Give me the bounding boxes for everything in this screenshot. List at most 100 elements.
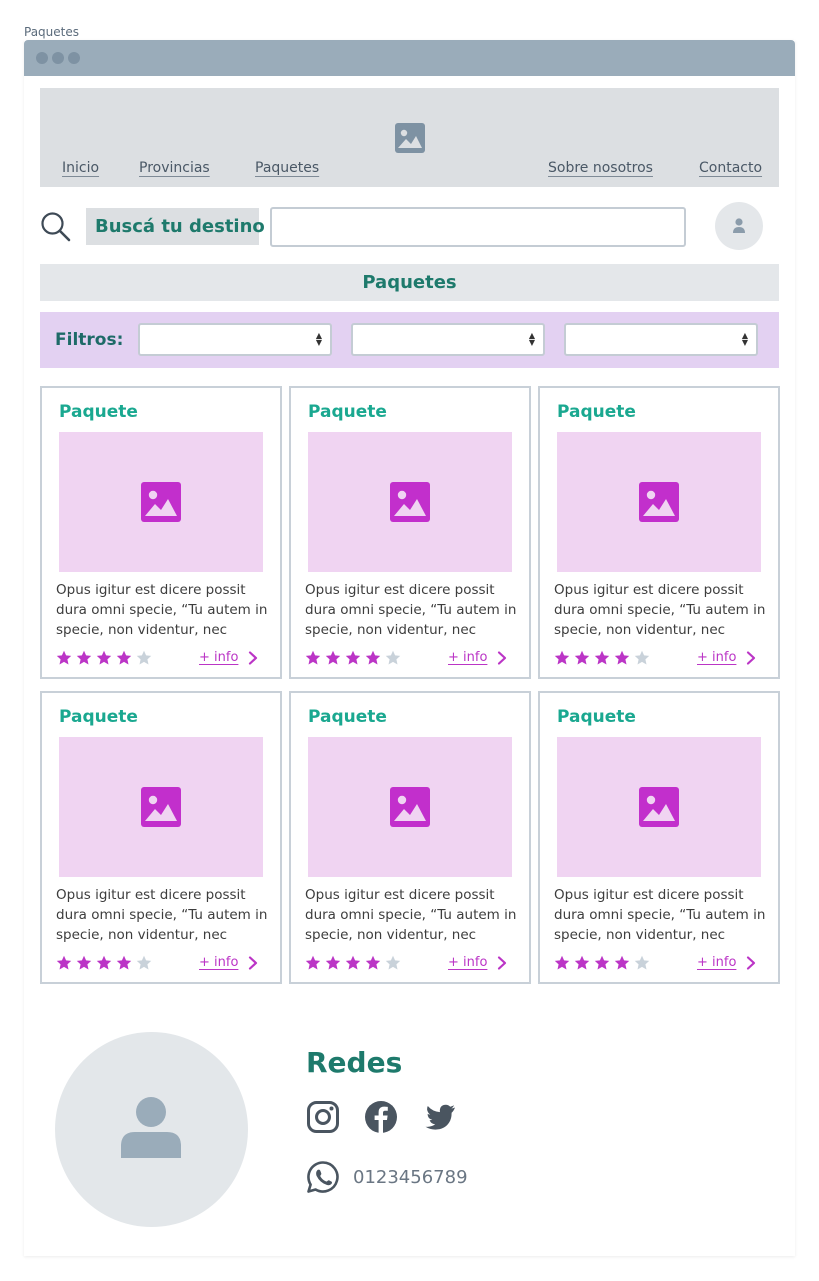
nav-paquetes[interactable]: Paquetes	[255, 160, 319, 176]
star-filled-icon	[56, 650, 72, 666]
window-dot-1[interactable]	[36, 52, 48, 64]
filter-select-2[interactable]: ▲ ▼	[351, 323, 545, 356]
star-filled-icon	[554, 955, 570, 971]
package-card[interactable]: Paquete Opus igitur est dicere possit dur…	[538, 691, 780, 984]
star-filled-icon	[594, 650, 610, 666]
nav-inicio[interactable]: Inicio	[62, 160, 99, 176]
chevron-right-icon[interactable]	[247, 955, 259, 971]
nav-contacto[interactable]: Contacto	[699, 160, 762, 176]
star-empty-icon	[385, 650, 401, 666]
star-filled-icon	[96, 650, 112, 666]
star-filled-icon	[365, 650, 381, 666]
star-filled-icon	[96, 955, 112, 971]
user-avatar[interactable]	[715, 202, 763, 250]
user-icon	[733, 218, 745, 233]
search-input[interactable]	[270, 207, 686, 247]
chevron-right-icon[interactable]	[745, 955, 757, 971]
star-filled-icon	[574, 955, 590, 971]
package-card[interactable]: Paquete Opus igitur est dicere possit dur…	[538, 386, 780, 679]
star-filled-icon	[614, 650, 630, 666]
window-titlebar	[24, 40, 795, 76]
window-dot-3[interactable]	[68, 52, 80, 64]
card-description: Opus igitur est dicere possit dura omni …	[56, 582, 268, 638]
star-filled-icon	[56, 955, 72, 971]
star-empty-icon	[136, 650, 152, 666]
chevron-right-icon[interactable]	[247, 650, 259, 666]
card-image[interactable]	[308, 737, 512, 877]
card-title: Paquete	[557, 707, 636, 727]
select-arrows-icon: ▲ ▼	[528, 331, 535, 347]
card-image[interactable]	[557, 737, 761, 877]
star-filled-icon	[325, 650, 341, 666]
card-title: Paquete	[557, 402, 636, 422]
rating-stars	[305, 955, 405, 971]
star-empty-icon	[634, 955, 650, 971]
star-filled-icon	[594, 955, 610, 971]
facebook-icon[interactable]	[364, 1100, 398, 1134]
footer-avatar	[55, 1032, 248, 1227]
package-card[interactable]: Paquete Opus igitur est dicere possit dur…	[289, 386, 531, 679]
card-title: Paquete	[308, 707, 387, 727]
nav-provincias[interactable]: Provincias	[139, 160, 210, 176]
filter-select-1[interactable]: ▲ ▼	[138, 323, 332, 356]
whatsapp-icon[interactable]	[306, 1160, 340, 1194]
star-filled-icon	[345, 955, 361, 971]
more-info-link[interactable]: + info	[199, 650, 238, 665]
chevron-right-icon[interactable]	[496, 955, 508, 971]
more-info-link[interactable]: + info	[448, 650, 487, 665]
star-filled-icon	[116, 955, 132, 971]
card-description: Opus igitur est dicere possit dura omni …	[554, 582, 766, 638]
search-label: Buscá tu destino	[86, 208, 265, 245]
more-info-link[interactable]: + info	[448, 955, 487, 970]
more-info-link[interactable]: + info	[199, 955, 238, 970]
star-filled-icon	[345, 650, 361, 666]
section-title: Paquetes	[40, 264, 779, 301]
card-description: Opus igitur est dicere possit dura omni …	[305, 582, 517, 638]
chevron-right-icon[interactable]	[745, 650, 757, 666]
phone-number: 0123456789	[353, 1167, 468, 1188]
card-image[interactable]	[59, 737, 263, 877]
chevron-right-icon[interactable]	[496, 650, 508, 666]
star-empty-icon	[136, 955, 152, 971]
image-placeholder-icon	[390, 482, 430, 522]
image-placeholder-icon	[639, 787, 679, 827]
card-title: Paquete	[59, 707, 138, 727]
filter-select-3[interactable]: ▲ ▼	[564, 323, 758, 356]
star-filled-icon	[574, 650, 590, 666]
rating-stars	[56, 955, 156, 971]
package-card[interactable]: Paquete Opus igitur est dicere possit dur…	[40, 386, 282, 679]
star-filled-icon	[116, 650, 132, 666]
more-info-link[interactable]: + info	[697, 955, 736, 970]
filters-bar: Filtros: ▲ ▼ ▲ ▼ ▲ ▼	[40, 312, 779, 368]
search-icon[interactable]	[40, 211, 72, 243]
card-image[interactable]	[557, 432, 761, 572]
star-filled-icon	[305, 955, 321, 971]
window-dot-2[interactable]	[52, 52, 64, 64]
redes-title: Redes	[306, 1046, 403, 1079]
browser-window: Inicio Provincias Paquetes Sobre nosotro…	[24, 40, 795, 1256]
site-header: Inicio Provincias Paquetes Sobre nosotro…	[40, 88, 779, 187]
more-info-link[interactable]: + info	[697, 650, 736, 665]
image-placeholder-icon	[390, 787, 430, 827]
star-filled-icon	[614, 955, 630, 971]
logo-image-icon[interactable]	[395, 123, 425, 153]
nav-sobre-nosotros[interactable]: Sobre nosotros	[548, 160, 653, 176]
card-description: Opus igitur est dicere possit dura omni …	[305, 887, 517, 943]
package-card[interactable]: Paquete Opus igitur est dicere possit dur…	[40, 691, 282, 984]
instagram-icon[interactable]	[306, 1100, 340, 1134]
rating-stars	[554, 650, 654, 666]
select-arrows-icon: ▲ ▼	[741, 331, 748, 347]
image-placeholder-icon	[141, 482, 181, 522]
package-card[interactable]: Paquete Opus igitur est dicere possit dur…	[289, 691, 531, 984]
card-title: Paquete	[59, 402, 138, 422]
twitter-icon[interactable]	[423, 1100, 457, 1134]
star-empty-icon	[634, 650, 650, 666]
card-image[interactable]	[308, 432, 512, 572]
search-row: Buscá tu destino	[40, 202, 779, 250]
card-title: Paquete	[308, 402, 387, 422]
card-image[interactable]	[59, 432, 263, 572]
star-filled-icon	[325, 955, 341, 971]
card-description: Opus igitur est dicere possit dura omni …	[56, 887, 268, 943]
star-filled-icon	[76, 955, 92, 971]
star-filled-icon	[76, 650, 92, 666]
